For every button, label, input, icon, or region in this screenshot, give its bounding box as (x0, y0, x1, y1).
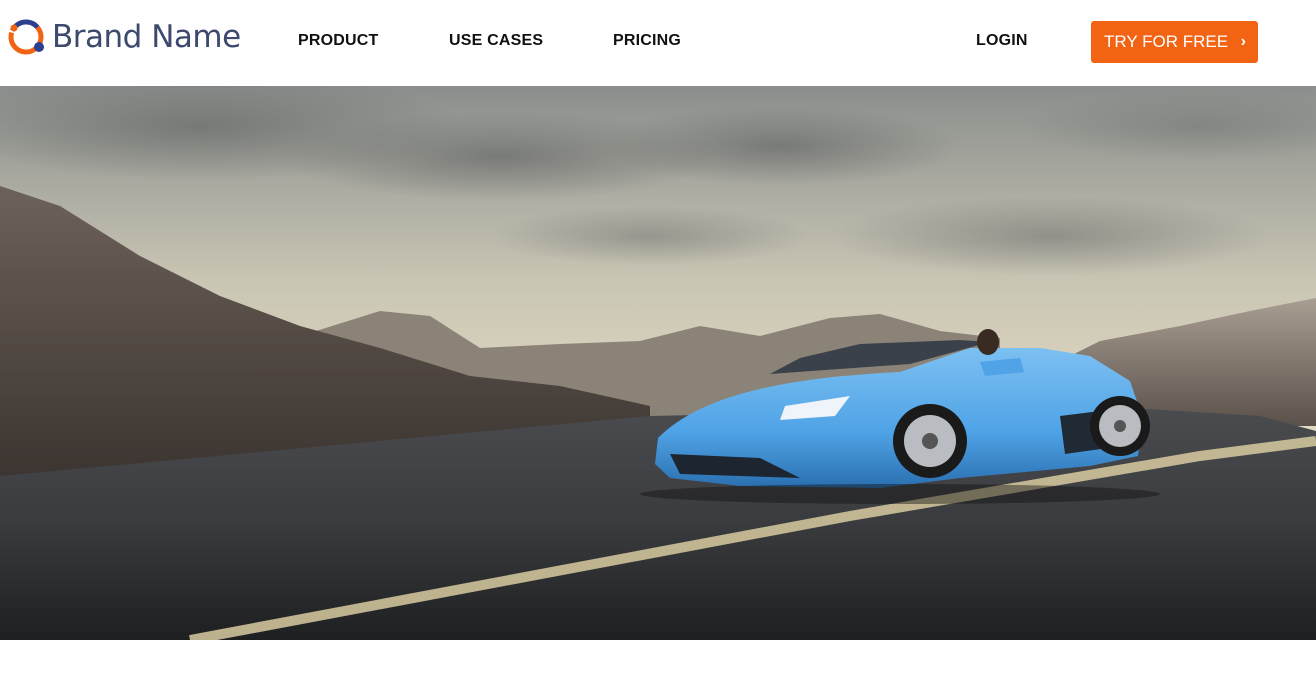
hero-banner (0, 86, 1316, 640)
try-for-free-button[interactable]: TRY FOR FREE › (1091, 21, 1258, 63)
brand-ring-icon (8, 19, 44, 55)
nav-use-cases[interactable]: USE CASES (449, 31, 543, 51)
nav-login[interactable]: LOGIN (976, 31, 1028, 51)
site-header: Brand Name PRODUCT USE CASES PRICING LOG… (0, 0, 1316, 86)
brand-logo[interactable]: Brand Name (6, 14, 241, 60)
try-for-free-label: TRY FOR FREE (1104, 32, 1229, 51)
hero-image (0, 86, 1316, 640)
chevron-right-icon: › (1240, 33, 1246, 50)
nav-product[interactable]: PRODUCT (298, 31, 379, 51)
brand-name: Brand Name (52, 19, 241, 55)
nav-pricing[interactable]: PRICING (613, 31, 681, 51)
